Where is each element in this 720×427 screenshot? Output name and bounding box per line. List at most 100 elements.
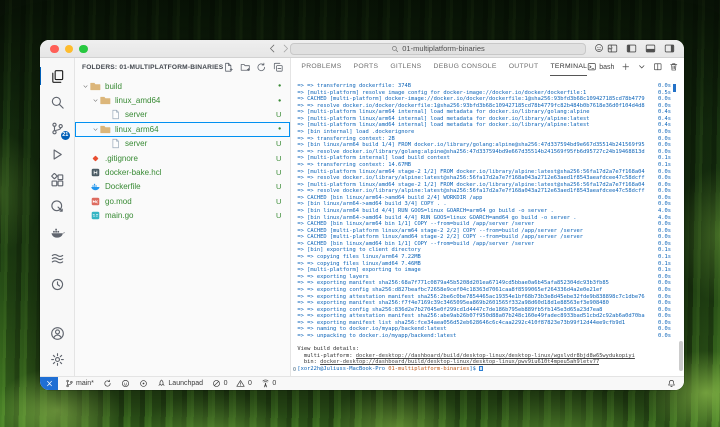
terminal-view[interactable]: => => transferring dockerfile: 374B0.0s=… — [291, 76, 684, 376]
remote-explorer-icon[interactable] — [45, 193, 69, 219]
collapse-all-icon[interactable] — [273, 62, 284, 73]
go-icon — [90, 210, 101, 221]
waves-icon[interactable] — [45, 245, 69, 271]
git-icon — [90, 153, 101, 164]
chevron-down-icon[interactable] — [90, 125, 100, 134]
terminal-line: => [multi-platform linux/amd64 internal]… — [297, 122, 671, 129]
folder-icon — [90, 81, 101, 92]
chevron-down-icon[interactable] — [80, 82, 90, 91]
command-center-search[interactable]: 01-multiplatform-binaries — [290, 43, 586, 56]
git-status-badge: U — [276, 197, 281, 206]
file-label: Dockerfile — [105, 182, 276, 191]
sidebar-right-icon[interactable] — [664, 43, 675, 54]
sync-status[interactable] — [98, 377, 116, 390]
new-file-icon[interactable] — [223, 62, 234, 73]
settings-gear-icon[interactable] — [45, 346, 69, 372]
file-label: server — [125, 139, 276, 148]
layout-icon[interactable] — [607, 43, 618, 54]
tree-indent — [80, 197, 90, 206]
status-label: 0 — [248, 380, 252, 387]
prompt-suffix: ]$ — [469, 366, 479, 373]
terminal-line: => => resolve docker.io/library/alpine:l… — [297, 175, 671, 182]
git-status-badge: U — [276, 182, 281, 191]
remote-indicator[interactable] — [40, 377, 58, 390]
terminal-line: => => exporting config sha256:836d2e7b27… — [297, 307, 671, 314]
panel-actions-area: bash — [587, 62, 684, 72]
tab-terminal[interactable]: TERMINAL — [550, 58, 587, 76]
copilot-status-icon — [121, 379, 130, 388]
warning-icon — [236, 379, 245, 388]
git-status-badge: U — [276, 154, 281, 163]
search-icon[interactable] — [45, 89, 69, 115]
file-label: build — [105, 82, 278, 91]
split-terminal-icon[interactable] — [653, 62, 663, 72]
copilot-status[interactable] — [116, 377, 134, 390]
build-details-link[interactable]: docker-desktop://dashboard/build/desktop… — [320, 359, 599, 366]
warnings-status[interactable]: 0 — [232, 377, 256, 390]
sync-icon — [103, 379, 112, 388]
terminal-line: => [multi-platform linux/arm64 internal]… — [297, 109, 671, 116]
plus-icon[interactable] — [621, 62, 631, 72]
explorer-header: FOLDERS: 01-MULTIPLATFORM-BINARIES — [75, 58, 290, 76]
build-details-link[interactable]: docker-desktop://dashboard/build/desktop… — [356, 353, 635, 360]
gitlens-status[interactable] — [134, 377, 152, 390]
tree-item-build[interactable]: build● — [75, 79, 290, 93]
tree-item-server[interactable]: serverU — [75, 108, 290, 122]
docker-icon[interactable] — [45, 219, 69, 245]
rocket-icon — [157, 379, 166, 388]
status-label: main* — [76, 380, 94, 387]
gomod-icon — [90, 196, 101, 207]
extensions-icon[interactable] — [45, 167, 69, 193]
sidebar-left-icon[interactable] — [626, 43, 637, 54]
tab-problems[interactable]: PROBLEMS — [301, 58, 341, 76]
terminal-panel: PROBLEMS PORTS GITLENS DEBUG CONSOLE OUTPUT T… — [291, 58, 684, 376]
branch-status[interactable]: main* — [60, 377, 98, 390]
tab-output[interactable]: OUTPUT — [509, 58, 539, 76]
ports-status[interactable]: 0 — [256, 377, 280, 390]
git-status-badge: U — [276, 211, 281, 220]
chevron-down-icon[interactable] — [637, 62, 647, 72]
terminal-prompt[interactable]: [xor22h@Juliuss-MacBook-Pro 01-multiplat… — [297, 366, 671, 373]
copilot-icon — [594, 43, 604, 53]
close-window-button[interactable] — [50, 45, 59, 54]
notifications[interactable] — [662, 377, 680, 390]
chevron-down-icon[interactable] — [90, 96, 100, 105]
refresh-icon[interactable] — [256, 62, 267, 73]
tab-debug-console[interactable]: DEBUG CONSOLE — [434, 58, 497, 76]
status-bar: main*Launchpad000 — [40, 376, 684, 390]
zoom-window-button[interactable] — [79, 45, 88, 54]
file-label: .gitignore — [105, 154, 276, 163]
errors-status[interactable]: 0 — [208, 377, 232, 390]
tree-item-docker-bake-hcl[interactable]: docker-bake.hclU — [75, 165, 290, 179]
tab-gitlens[interactable]: GITLENS — [390, 58, 421, 76]
tree-item-linux-arm64[interactable]: linux_arm64● — [75, 122, 290, 136]
account-icon[interactable] — [45, 320, 69, 346]
run-debug-icon[interactable] — [45, 141, 69, 167]
folder-icon — [100, 95, 111, 106]
tree-item-main-go[interactable]: main.goU — [75, 209, 290, 223]
file-label: linux_amd64 — [115, 96, 278, 105]
tree-item-dockerfile[interactable]: DockerfileU — [75, 180, 290, 194]
explorer-icon[interactable] — [45, 63, 69, 89]
source-control-icon[interactable]: 21 — [45, 115, 69, 141]
panel-bottom-icon[interactable] — [645, 43, 656, 54]
git-status-badge: U — [276, 168, 281, 177]
new-folder-icon[interactable] — [240, 62, 251, 73]
shell-name: bash — [599, 64, 614, 71]
shell-selector[interactable]: bash — [587, 62, 614, 72]
panel-action-icons — [621, 62, 684, 72]
terminal-line: => => resolve docker.io/library/alpine:l… — [297, 188, 671, 195]
launchpad-status[interactable]: Launchpad — [152, 377, 207, 390]
tree-item-server[interactable]: serverU — [75, 137, 290, 151]
terminal-output: => => transferring dockerfile: 374B0.0s=… — [297, 83, 671, 372]
minimize-window-button[interactable] — [65, 45, 74, 54]
clock-icon[interactable] — [45, 271, 69, 297]
vscode-window: 01-multiplatform-binaries 21 FOLDERS: 01… — [40, 40, 684, 390]
tree-item-go-mod[interactable]: go.modU — [75, 194, 290, 208]
terminal-scrollbar[interactable] — [679, 341, 683, 371]
trash-icon[interactable] — [669, 62, 679, 72]
tree-item-gitignore[interactable]: .gitignoreU — [75, 151, 290, 165]
tree-item-linux-amd64[interactable]: linux_amd64● — [75, 93, 290, 107]
tab-ports[interactable]: PORTS — [354, 58, 379, 76]
history-back-icon[interactable] — [267, 43, 278, 54]
